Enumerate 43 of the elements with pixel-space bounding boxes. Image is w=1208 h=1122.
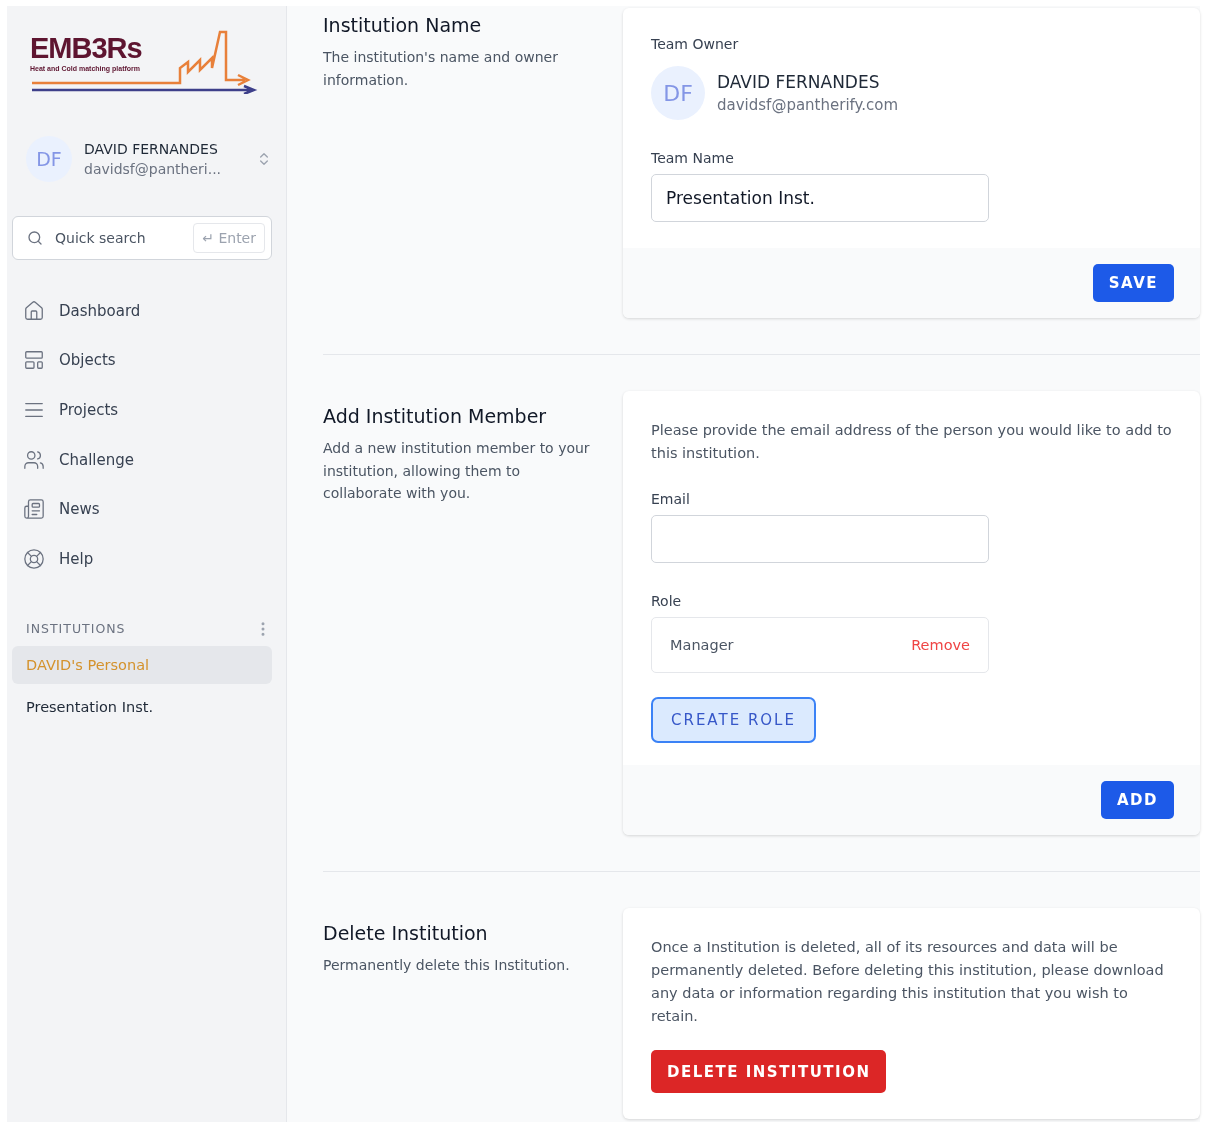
- nav-item[interactable]: Objects: [12, 335, 272, 386]
- people-icon: [23, 448, 45, 471]
- instructions-text: Please provide the email address of the person you would like to add to this institution.: [651, 421, 1172, 463]
- delete-institution-button[interactable]: DELETE INSTITUTION: [651, 1050, 887, 1093]
- user-email: davidsf@pantherify.com: [717, 96, 900, 114]
- field-label: Email: [651, 491, 691, 507]
- section-description: The institution's name and owner information.: [323, 48, 559, 90]
- search-icon: [27, 230, 43, 246]
- nav-item[interactable]: Projects: [12, 385, 272, 435]
- section-heading: INSTITUTIONS: [26, 621, 126, 637]
- layout-icon: [23, 349, 45, 372]
- field-label: Team Owner: [651, 36, 740, 52]
- section-title: Institution Name: [323, 14, 483, 36]
- help-icon: [23, 547, 45, 570]
- nav-item[interactable]: Help: [12, 533, 272, 584]
- user-email: davidsf@pantheri...: [84, 161, 223, 177]
- avatar: DF: [26, 136, 72, 182]
- section-title: Delete Institution: [323, 922, 489, 944]
- create-role-button[interactable]: CREATE ROLE: [651, 697, 816, 743]
- team-name-field[interactable]: Presentation Inst.: [651, 174, 989, 222]
- section-description: Permanently delete this Institution.: [323, 956, 571, 975]
- add-button[interactable]: ADD: [1101, 781, 1174, 819]
- institution-item[interactable]: Presentation Inst.: [12, 687, 272, 726]
- field-label: Team Name: [651, 150, 735, 166]
- nav-item[interactable]: News: [12, 484, 272, 534]
- user-name: DAVID FERNANDES: [84, 141, 219, 157]
- shortcut-hint: ↵ Enter: [193, 223, 265, 253]
- save-button[interactable]: SAVE: [1092, 264, 1174, 302]
- role-name: Manager: [670, 637, 734, 653]
- search-field[interactable]: Quick search: [53, 229, 184, 247]
- field-label: Role: [651, 593, 683, 609]
- remove-link[interactable]: Remove: [911, 637, 970, 653]
- section-title: Add Institution Member: [323, 405, 548, 427]
- avatar: DF: [651, 66, 705, 120]
- nav-item[interactable]: Challenge: [12, 434, 272, 485]
- user-name: DAVID FERNANDES: [717, 72, 881, 92]
- email-field[interactable]: [651, 515, 989, 563]
- home-icon: [23, 299, 45, 322]
- newspaper-icon: [23, 498, 45, 521]
- warning-text: Once a Institution is deleted, all of its resources and data will be permanently deleted. Before deleting this institution, please download any data or information regarding this institution that you wish to retain.: [651, 938, 1165, 1026]
- section-description: Add a new institution member to your institution, allowing them to collaborate with you.: [323, 439, 591, 503]
- logo-title: EMB3Rs: [30, 34, 143, 63]
- nav-item[interactable]: Dashboard: [12, 286, 272, 336]
